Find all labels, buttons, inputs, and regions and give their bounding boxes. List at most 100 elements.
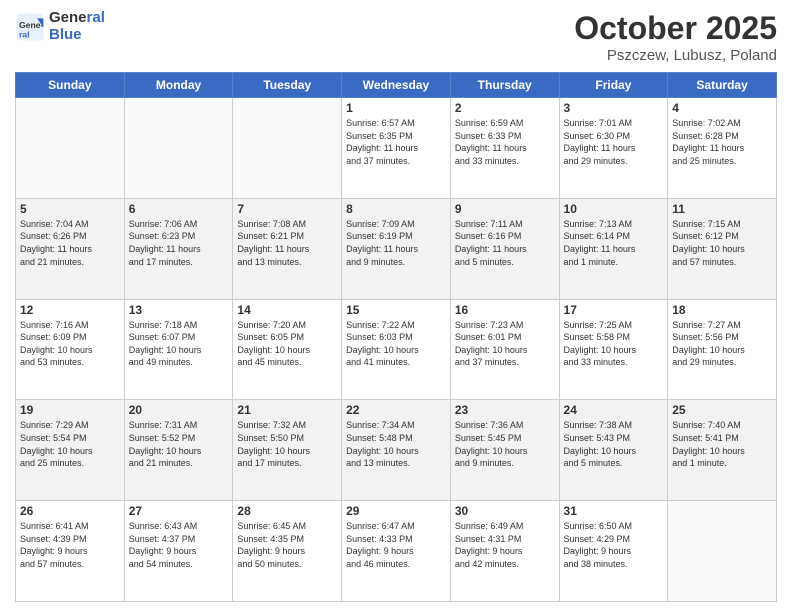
calendar-cell xyxy=(668,501,777,602)
calendar-header-monday: Monday xyxy=(124,73,233,98)
day-info: Sunrise: 7:11 AM Sunset: 6:16 PM Dayligh… xyxy=(455,218,555,268)
calendar-cell: 14Sunrise: 7:20 AM Sunset: 6:05 PM Dayli… xyxy=(233,299,342,400)
calendar-header-friday: Friday xyxy=(559,73,668,98)
calendar-cell: 20 Sunrise: 7:31 AM Sunset: 5:52 PM Dayli… xyxy=(124,400,233,501)
calendar-cell: 21 Sunrise: 7:32 AM Sunset: 5:50 PM Dayli… xyxy=(233,400,342,501)
day-number: 27 xyxy=(129,504,229,518)
day-number: 22 xyxy=(346,403,446,417)
day-info: Sunrise: 7:29 AM Sunset: 5:54 PM Dayligh… xyxy=(20,419,120,469)
day-info: Sunrise: 7:02 AM Sunset: 6:28 PM Dayligh… xyxy=(672,117,772,167)
calendar-week-1: 1Sunrise: 6:57 AM Sunset: 6:35 PM Daylig… xyxy=(16,98,777,199)
calendar-header-row: SundayMondayTuesdayWednesdayThursdayFrid… xyxy=(16,73,777,98)
day-info: Sunrise: 7:01 AM Sunset: 6:30 PM Dayligh… xyxy=(564,117,664,167)
svg-text:ral: ral xyxy=(19,29,30,39)
day-info: Sunrise: 7:36 AM Sunset: 5:45 PM Dayligh… xyxy=(455,419,555,469)
day-info: Sunrise: 6:45 AM Sunset: 4:35 PM Dayligh… xyxy=(237,520,337,570)
day-number: 5 xyxy=(20,202,120,216)
day-number: 21 xyxy=(237,403,337,417)
day-info: Sunrise: 6:59 AM Sunset: 6:33 PM Dayligh… xyxy=(455,117,555,167)
calendar-cell xyxy=(16,98,125,199)
day-number: 17 xyxy=(564,303,664,317)
day-info: Sunrise: 6:41 AM Sunset: 4:39 PM Dayligh… xyxy=(20,520,120,570)
header: Gene- ral General Blue October 2025 Pszc… xyxy=(15,10,777,64)
calendar-cell: 2 Sunrise: 6:59 AM Sunset: 6:33 PM Daylig… xyxy=(450,98,559,199)
day-number: 25 xyxy=(672,403,772,417)
calendar-cell: 15Sunrise: 7:22 AM Sunset: 6:03 PM Dayli… xyxy=(342,299,451,400)
day-info: Sunrise: 6:50 AM Sunset: 4:29 PM Dayligh… xyxy=(564,520,664,570)
calendar-table: SundayMondayTuesdayWednesdayThursdayFrid… xyxy=(15,72,777,602)
day-info: Sunrise: 7:34 AM Sunset: 5:48 PM Dayligh… xyxy=(346,419,446,469)
day-number: 26 xyxy=(20,504,120,518)
calendar-cell: 8 Sunrise: 7:09 AM Sunset: 6:19 PM Daylig… xyxy=(342,198,451,299)
calendar-cell: 10Sunrise: 7:13 AM Sunset: 6:14 PM Dayli… xyxy=(559,198,668,299)
logo: Gene- ral General Blue xyxy=(15,10,105,43)
month-title: October 2025 xyxy=(574,10,777,47)
day-number: 28 xyxy=(237,504,337,518)
day-info: Sunrise: 7:40 AM Sunset: 5:41 PM Dayligh… xyxy=(672,419,772,469)
calendar-week-3: 12 Sunrise: 7:16 AM Sunset: 6:09 PM Dayli… xyxy=(16,299,777,400)
day-number: 2 xyxy=(455,101,555,115)
location-title: Pszczew, Lubusz, Poland xyxy=(574,47,777,64)
calendar-header-saturday: Saturday xyxy=(668,73,777,98)
day-number: 16 xyxy=(455,303,555,317)
calendar-cell: 24 Sunrise: 7:38 AM Sunset: 5:43 PM Dayli… xyxy=(559,400,668,501)
calendar-cell xyxy=(233,98,342,199)
day-info: Sunrise: 7:06 AM Sunset: 6:23 PM Dayligh… xyxy=(129,218,229,268)
calendar-cell: 22 Sunrise: 7:34 AM Sunset: 5:48 PM Dayli… xyxy=(342,400,451,501)
day-number: 18 xyxy=(672,303,772,317)
day-number: 12 xyxy=(20,303,120,317)
day-info: Sunrise: 7:04 AM Sunset: 6:26 PM Dayligh… xyxy=(20,218,120,268)
day-info: Sunrise: 6:49 AM Sunset: 4:31 PM Dayligh… xyxy=(455,520,555,570)
calendar-week-2: 5 Sunrise: 7:04 AM Sunset: 6:26 PM Daylig… xyxy=(16,198,777,299)
calendar-cell: 11Sunrise: 7:15 AM Sunset: 6:12 PM Dayli… xyxy=(668,198,777,299)
day-info: Sunrise: 6:57 AM Sunset: 6:35 PM Dayligh… xyxy=(346,117,446,167)
day-info: Sunrise: 7:20 AM Sunset: 6:05 PM Dayligh… xyxy=(237,319,337,369)
calendar-week-5: 26 Sunrise: 6:41 AM Sunset: 4:39 PM Dayli… xyxy=(16,501,777,602)
calendar-cell: 9 Sunrise: 7:11 AM Sunset: 6:16 PM Daylig… xyxy=(450,198,559,299)
calendar-week-4: 19 Sunrise: 7:29 AM Sunset: 5:54 PM Dayli… xyxy=(16,400,777,501)
page: Gene- ral General Blue October 2025 Pszc… xyxy=(0,0,792,612)
day-number: 20 xyxy=(129,403,229,417)
day-info: Sunrise: 7:38 AM Sunset: 5:43 PM Dayligh… xyxy=(564,419,664,469)
day-number: 3 xyxy=(564,101,664,115)
calendar-cell: 28 Sunrise: 6:45 AM Sunset: 4:35 PM Dayli… xyxy=(233,501,342,602)
day-number: 8 xyxy=(346,202,446,216)
calendar-header-wednesday: Wednesday xyxy=(342,73,451,98)
calendar-cell: 4Sunrise: 7:02 AM Sunset: 6:28 PM Daylig… xyxy=(668,98,777,199)
day-info: Sunrise: 7:18 AM Sunset: 6:07 PM Dayligh… xyxy=(129,319,229,369)
calendar-cell: 16 Sunrise: 7:23 AM Sunset: 6:01 PM Dayli… xyxy=(450,299,559,400)
day-info: Sunrise: 6:43 AM Sunset: 4:37 PM Dayligh… xyxy=(129,520,229,570)
calendar-cell: 19 Sunrise: 7:29 AM Sunset: 5:54 PM Dayli… xyxy=(16,400,125,501)
day-number: 19 xyxy=(20,403,120,417)
day-number: 15 xyxy=(346,303,446,317)
day-info: Sunrise: 7:32 AM Sunset: 5:50 PM Dayligh… xyxy=(237,419,337,469)
calendar-cell: 25 Sunrise: 7:40 AM Sunset: 5:41 PM Dayli… xyxy=(668,400,777,501)
calendar-header-sunday: Sunday xyxy=(16,73,125,98)
calendar-cell: 3 Sunrise: 7:01 AM Sunset: 6:30 PM Daylig… xyxy=(559,98,668,199)
day-info: Sunrise: 7:15 AM Sunset: 6:12 PM Dayligh… xyxy=(672,218,772,268)
calendar-cell: 27 Sunrise: 6:43 AM Sunset: 4:37 PM Dayli… xyxy=(124,501,233,602)
calendar-cell: 31Sunrise: 6:50 AM Sunset: 4:29 PM Dayli… xyxy=(559,501,668,602)
calendar-cell: 13Sunrise: 7:18 AM Sunset: 6:07 PM Dayli… xyxy=(124,299,233,400)
day-number: 23 xyxy=(455,403,555,417)
calendar-cell: 5 Sunrise: 7:04 AM Sunset: 6:26 PM Daylig… xyxy=(16,198,125,299)
day-info: Sunrise: 7:09 AM Sunset: 6:19 PM Dayligh… xyxy=(346,218,446,268)
day-info: Sunrise: 7:23 AM Sunset: 6:01 PM Dayligh… xyxy=(455,319,555,369)
day-info: Sunrise: 7:25 AM Sunset: 5:58 PM Dayligh… xyxy=(564,319,664,369)
title-block: October 2025 Pszczew, Lubusz, Poland xyxy=(574,10,777,64)
day-number: 7 xyxy=(237,202,337,216)
calendar-cell: 12 Sunrise: 7:16 AM Sunset: 6:09 PM Dayli… xyxy=(16,299,125,400)
calendar-header-thursday: Thursday xyxy=(450,73,559,98)
calendar-cell: 7 Sunrise: 7:08 AM Sunset: 6:21 PM Daylig… xyxy=(233,198,342,299)
day-info: Sunrise: 7:31 AM Sunset: 5:52 PM Dayligh… xyxy=(129,419,229,469)
day-info: Sunrise: 7:16 AM Sunset: 6:09 PM Dayligh… xyxy=(20,319,120,369)
day-number: 29 xyxy=(346,504,446,518)
calendar-cell: 23 Sunrise: 7:36 AM Sunset: 5:45 PM Dayli… xyxy=(450,400,559,501)
day-info: Sunrise: 7:08 AM Sunset: 6:21 PM Dayligh… xyxy=(237,218,337,268)
calendar-cell: 30Sunrise: 6:49 AM Sunset: 4:31 PM Dayli… xyxy=(450,501,559,602)
day-number: 9 xyxy=(455,202,555,216)
logo-icon: Gene- ral xyxy=(15,12,45,42)
day-number: 24 xyxy=(564,403,664,417)
calendar-cell: 1Sunrise: 6:57 AM Sunset: 6:35 PM Daylig… xyxy=(342,98,451,199)
calendar-cell xyxy=(124,98,233,199)
